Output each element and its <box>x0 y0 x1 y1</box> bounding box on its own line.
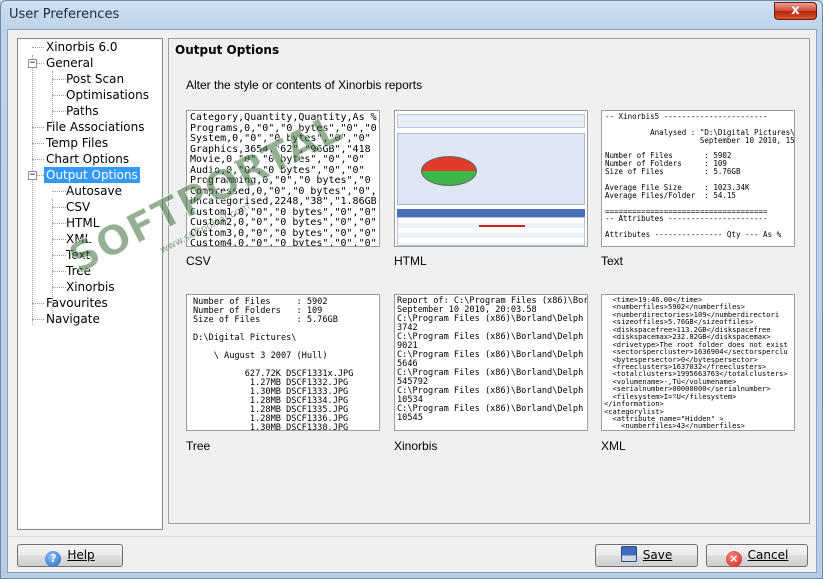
help-icon: ? <box>45 551 62 567</box>
settings-tree: − − Xinorbis 6.0 General Post Scan Optim… <box>17 38 163 530</box>
tree-item-navigate[interactable]: Navigate <box>44 311 102 327</box>
html-preview-bar <box>479 225 525 227</box>
tree-item-csv[interactable]: CSV <box>64 199 92 215</box>
collapse-output-options-icon[interactable]: − <box>28 171 37 180</box>
html-preview-table-header <box>397 209 585 217</box>
tree-line <box>32 143 44 144</box>
panel-description: Alter the style or contents of Xinorbis … <box>186 78 423 92</box>
html-preview-nav <box>397 114 585 128</box>
tree-line <box>32 319 44 320</box>
tree-preview-text: Number of Files : 5902 Number of Folders… <box>193 297 354 431</box>
cancel-button-label: Cancel <box>747 548 789 562</box>
tree-item-xinorbis[interactable]: Xinorbis 6.0 <box>44 39 120 55</box>
xinorbis-thumbnail-label: Xinorbis <box>394 439 438 453</box>
tree-item-temp-files[interactable]: Temp Files <box>44 135 110 151</box>
button-separator <box>8 536 816 537</box>
csv-thumbnail-label: CSV <box>186 254 211 268</box>
save-button-label: Save <box>642 548 673 562</box>
tree-item-output-options[interactable]: Output Options <box>44 167 140 183</box>
save-button[interactable]: Save <box>595 544 698 567</box>
tree-line <box>32 47 44 48</box>
output-options-panel: Output Options Alter the style or conten… <box>168 38 810 524</box>
tree-line <box>36 63 44 64</box>
tree-thumbnail-label: Tree <box>186 439 211 453</box>
help-button-label: Help <box>67 548 95 562</box>
csv-preview-text: Category,Quantity,Quantity,As %, Program… <box>190 112 379 247</box>
text-thumbnail-label: Text <box>601 254 624 268</box>
tree-item-chart-options[interactable]: Chart Options <box>44 151 131 167</box>
tree-item-paths[interactable]: Paths <box>64 103 101 119</box>
save-disk-icon <box>620 546 637 562</box>
tree-item-file-associations[interactable]: File Associations <box>44 119 146 135</box>
preferences-window: User Preferences x − − Xinorbis 6.0 Gene… <box>0 0 823 579</box>
xinorbis-preview-thumbnail[interactable]: Report of: C:\Program Files (x86)\Bor Se… <box>394 294 588 431</box>
collapse-general-icon[interactable]: − <box>28 59 37 68</box>
help-button[interactable]: ? Help <box>17 544 123 567</box>
tree-item-general[interactable]: General <box>44 55 95 71</box>
cancel-button[interactable]: × Cancel <box>706 544 808 567</box>
tree-line <box>32 159 44 160</box>
xml-thumbnail-label: XML <box>601 439 626 453</box>
tree-line <box>32 303 44 304</box>
html-preview-thumbnail[interactable] <box>394 110 588 247</box>
csv-preview-thumbnail[interactable]: Category,Quantity,Quantity,As %, Program… <box>186 110 380 247</box>
xml-preview-thumbnail[interactable]: <time>19:46.00</time> <numberfiles>5902<… <box>601 294 795 431</box>
close-button[interactable]: x <box>774 2 817 20</box>
tree-line <box>32 127 44 128</box>
tree-item-favourites[interactable]: Favourites <box>44 295 110 311</box>
html-preview-table <box>397 217 585 246</box>
tree-item-autosave[interactable]: Autosave <box>64 183 124 199</box>
tree-item-xml[interactable]: XML <box>64 231 93 247</box>
tree-line <box>32 55 33 325</box>
tree-item-post-scan[interactable]: Post Scan <box>64 71 126 87</box>
tree-item-html[interactable]: HTML <box>64 215 101 231</box>
title-bar[interactable]: User Preferences x <box>1 1 822 29</box>
tree-item-optimisations[interactable]: Optimisations <box>64 87 151 103</box>
cancel-icon: × <box>725 551 742 567</box>
html-thumbnail-label: HTML <box>394 254 427 268</box>
text-preview-text: -- Xinorbis5 ----------------------- Ana… <box>605 112 795 240</box>
tree-preview-thumbnail[interactable]: Number of Files : 5902 Number of Folders… <box>186 294 380 431</box>
xml-preview-text: <time>19:46.00</time> <numberfiles>5902<… <box>604 295 792 431</box>
tree-item-tree[interactable]: Tree <box>64 263 93 279</box>
tree-item-xinorbis-report[interactable]: Xinorbis <box>64 279 117 295</box>
panel-title: Output Options <box>175 43 280 57</box>
tree-line <box>36 175 44 176</box>
window-title: User Preferences <box>9 7 120 22</box>
dialog-client-area: − − Xinorbis 6.0 General Post Scan Optim… <box>7 29 817 573</box>
html-preview-pie-chart <box>421 156 477 186</box>
xinorbis-preview-text: Report of: C:\Program Files (x86)\Bor Se… <box>397 296 588 424</box>
tree-item-text[interactable]: Text <box>64 247 92 263</box>
text-preview-thumbnail[interactable]: -- Xinorbis5 ----------------------- Ana… <box>601 110 795 247</box>
